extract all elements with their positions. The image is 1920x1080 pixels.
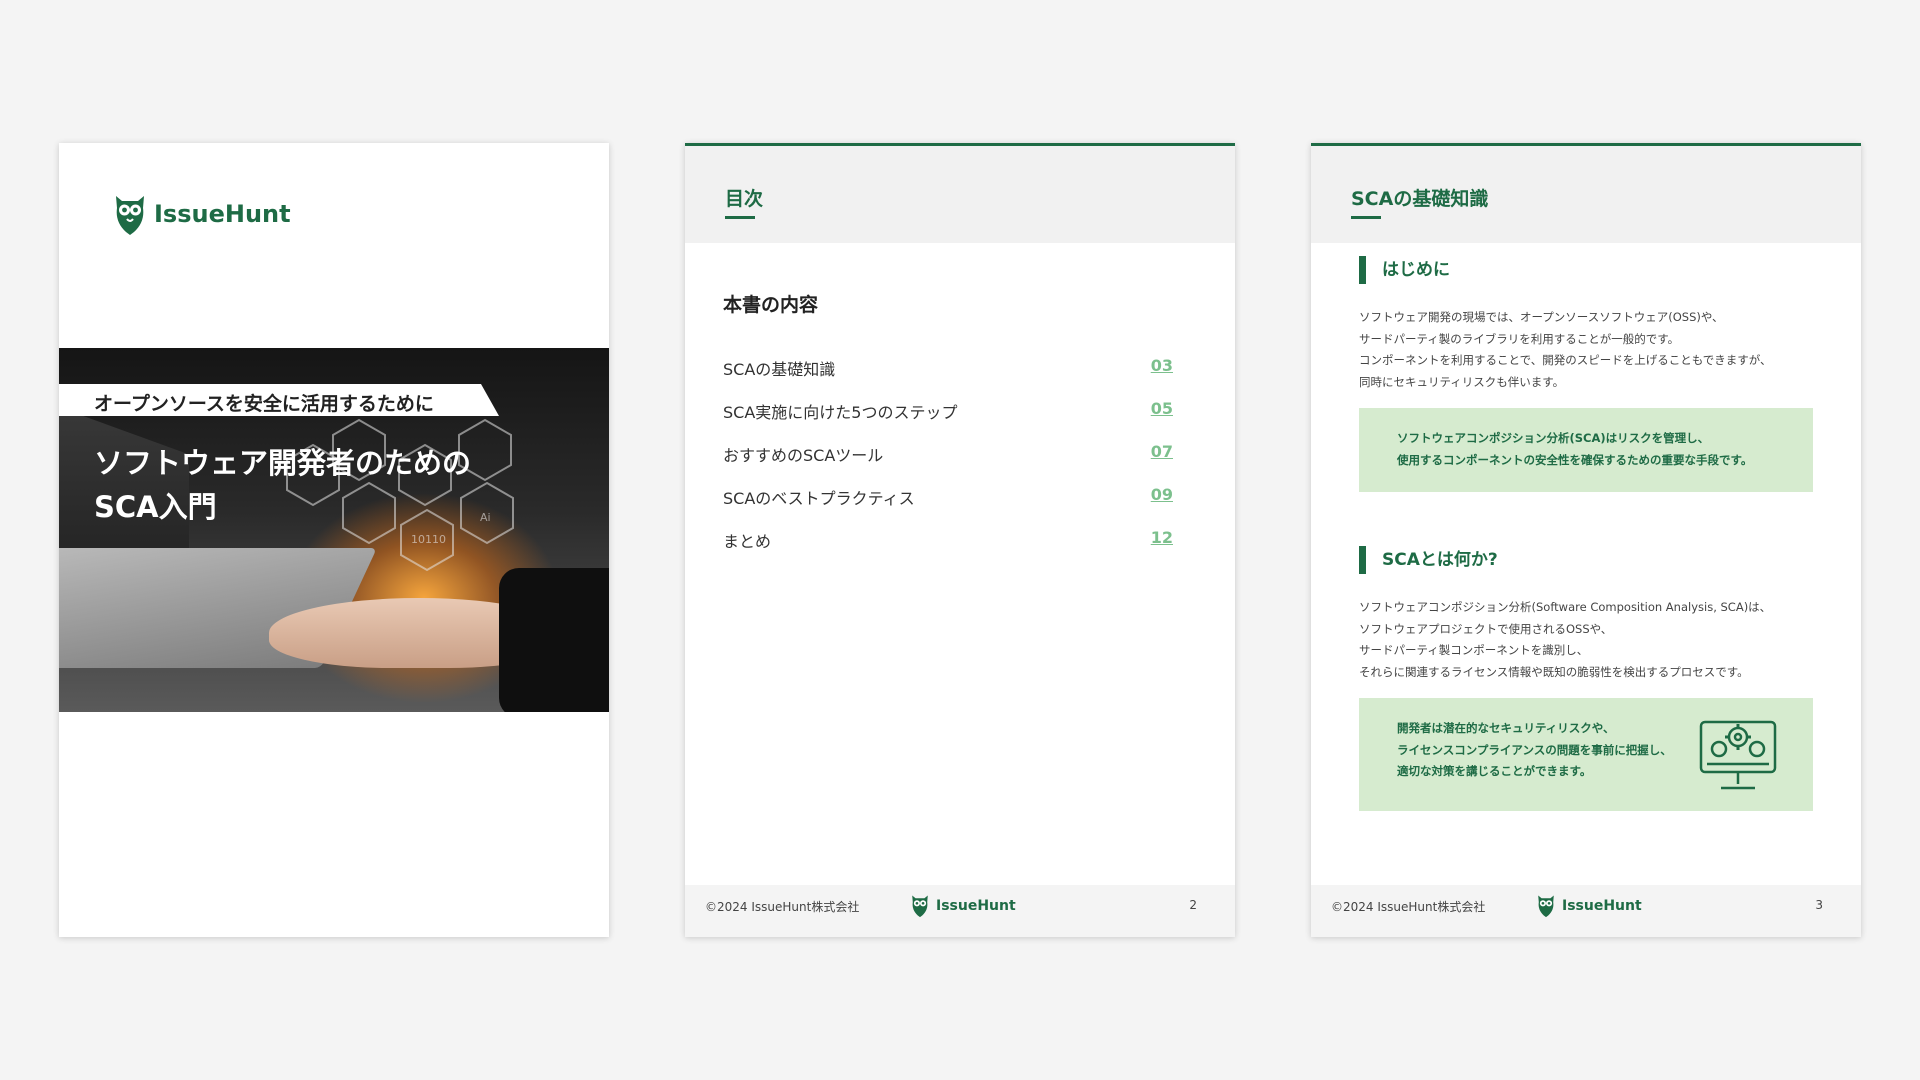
footer-copyright: ©2024 IssueHunt株式会社: [1331, 900, 1486, 914]
callout-line: 開発者は潜在的なセキュリティリスクや、: [1397, 721, 1615, 735]
toc-page: 目次 本書の内容 SCAの基礎知識 03 SCA実施に向けた5つのステップ 05…: [685, 143, 1235, 937]
callout-box: 開発者は潜在的なセキュリティリスクや、 ライセンスコンプライアンスの問題を事前に…: [1359, 698, 1813, 811]
logo-text: IssueHunt: [936, 897, 1016, 914]
cover-page: IssueHunt Ai 10110 オープンソースを安全に活用するために ソフ…: [59, 143, 609, 937]
footer-logo: IssueHunt: [910, 893, 1016, 918]
paragraph-line: コンポーネントを利用することで、開発のスピードを上げることもできますが、: [1359, 353, 1772, 367]
callout-line: ソフトウェアコンポジション分析(SCA)はリスクを管理し、: [1397, 431, 1710, 445]
toc-item[interactable]: おすすめのSCAツール 07: [723, 442, 1173, 485]
cover-hero-image: Ai 10110 オープンソースを安全に活用するために ソフトウェア開発者のため…: [59, 348, 609, 712]
callout-line: 使用するコンポーネントの安全性を確保するための重要な手段です。: [1397, 452, 1753, 467]
toc-item[interactable]: まとめ 12: [723, 528, 1173, 571]
toc-page-link[interactable]: 03: [1151, 356, 1173, 375]
toc-page-link[interactable]: 05: [1151, 399, 1173, 418]
issuehunt-logo: IssueHunt: [112, 192, 291, 236]
paragraph-line: ソフトウェアコンポジション分析(Software Composition Ana…: [1359, 600, 1772, 614]
toc-page-link[interactable]: 12: [1151, 528, 1173, 547]
toc-item-label: まとめ: [723, 532, 772, 551]
page-title: 目次: [725, 188, 764, 210]
logo-text: IssueHunt: [1562, 897, 1642, 914]
owl-icon: [912, 895, 928, 918]
page-header: SCAの基礎知識: [1311, 143, 1861, 243]
sca-basics-page: SCAの基礎知識 はじめに ソフトウェア開発の現場では、オープンソースソフトウェ…: [1311, 143, 1861, 937]
page-header: 目次: [685, 143, 1235, 243]
callout-line: ライセンスコンプライアンスの問題を事前に把握し、: [1397, 742, 1672, 757]
monitor-gears-icon: [1699, 720, 1777, 790]
toc-item[interactable]: SCAの基礎知識 03: [723, 356, 1173, 399]
cover-title-line1: ソフトウェア開発者のための: [94, 446, 472, 480]
page-number: 2: [1189, 898, 1197, 912]
section-heading-what-is-sca: SCAとは何か?: [1359, 546, 1498, 574]
footer-copyright: ©2024 IssueHunt株式会社: [705, 900, 860, 914]
title-underline: [725, 216, 755, 219]
owl-icon: [116, 196, 144, 235]
callout-text: ソフトウェアコンポジション分析(SCA)はリスクを管理し、 使用するコンポーネン…: [1397, 428, 1752, 471]
section-heading-intro: はじめに: [1359, 256, 1450, 284]
paragraph-line: サードパーティ製のライブラリを利用することが一般的です。: [1359, 331, 1680, 346]
toc-item-label: SCA実施に向けた5つのステップ: [723, 403, 958, 422]
toc-item-label: SCAのベストプラクティス: [723, 489, 915, 508]
svg-text:10110: 10110: [411, 533, 446, 546]
intro-paragraph: ソフトウェア開発の現場では、オープンソースソフトウェア(OSS)や、 サードパー…: [1359, 307, 1829, 393]
toc-page-link[interactable]: 07: [1151, 442, 1173, 461]
cover-title: ソフトウェア開発者のための SCA入門: [94, 441, 514, 529]
paragraph-line: それらに関連するライセンス情報や既知の脆弱性を検出するプロセスです。: [1359, 664, 1749, 679]
page-title: SCAの基礎知識: [1351, 188, 1489, 210]
toc-heading: 本書の内容: [723, 294, 819, 316]
title-underline: [1351, 216, 1381, 219]
callout-line: 適切な対策を講じることができます。: [1397, 764, 1592, 778]
cover-title-line2: SCA入門: [94, 490, 217, 524]
paragraph-line: ソフトウェアプロジェクトで使用されるOSSや、: [1359, 621, 1613, 636]
toc-item-label: SCAの基礎知識: [723, 360, 836, 379]
toc-item[interactable]: SCA実施に向けた5つのステップ 05: [723, 399, 1173, 442]
page-number: 3: [1815, 898, 1823, 912]
footer-logo: IssueHunt: [1536, 893, 1642, 918]
page-footer: ©2024 IssueHunt株式会社 IssueHunt 2: [685, 885, 1235, 937]
owl-icon: [1538, 895, 1554, 918]
toc-item[interactable]: SCAのベストプラクティス 09: [723, 485, 1173, 528]
toc-page-link[interactable]: 09: [1151, 485, 1173, 504]
paragraph-line: ソフトウェア開発の現場では、オープンソースソフトウェア(OSS)や、: [1359, 310, 1724, 324]
page-footer: ©2024 IssueHunt株式会社 IssueHunt 3: [1311, 885, 1861, 937]
cover-subtitle: オープンソースを安全に活用するために: [94, 393, 434, 415]
what-is-sca-paragraph: ソフトウェアコンポジション分析(Software Composition Ana…: [1359, 597, 1829, 683]
logo-text: IssueHunt: [154, 200, 291, 228]
toc-list: SCAの基礎知識 03 SCA実施に向けた5つのステップ 05 おすすめのSCA…: [723, 356, 1173, 571]
toc-item-label: おすすめのSCAツール: [723, 446, 884, 465]
callout-box: ソフトウェアコンポジション分析(SCA)はリスクを管理し、 使用するコンポーネン…: [1359, 408, 1813, 492]
callout-text: 開発者は潜在的なセキュリティリスクや、 ライセンスコンプライアンスの問題を事前に…: [1397, 718, 1672, 783]
paragraph-line: サードパーティ製コンポーネントを識別し、: [1359, 643, 1589, 657]
paragraph-line: 同時にセキュリティリスクも伴います。: [1359, 374, 1565, 389]
